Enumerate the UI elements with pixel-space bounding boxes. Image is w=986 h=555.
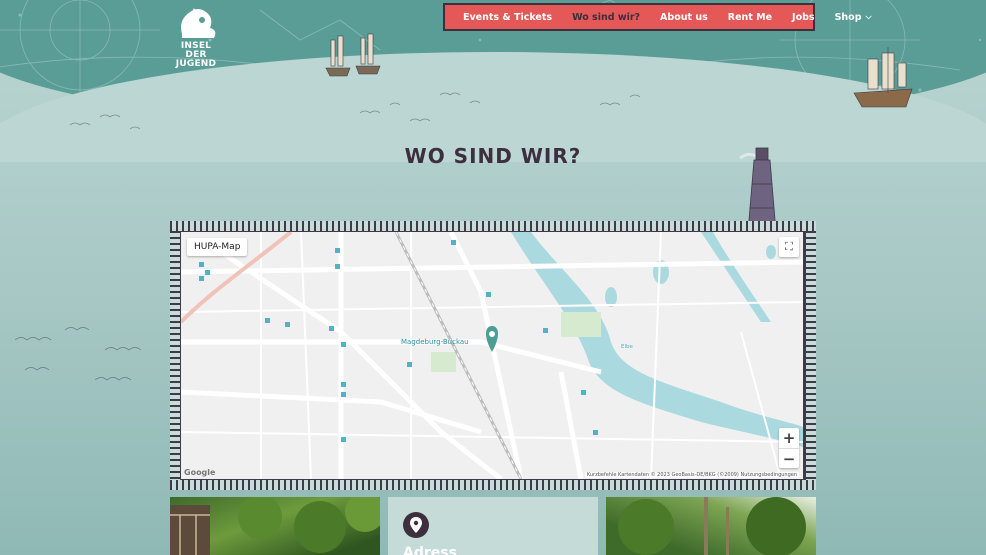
google-logo[interactable]: Google (184, 468, 215, 477)
zoom-controls: + − (779, 428, 799, 468)
ships-icon (325, 33, 381, 77)
address-card: Adress (388, 497, 598, 555)
galleon-icon (853, 47, 913, 108)
frame-rail (170, 231, 180, 480)
station-label: Magdeburg-Buckau (401, 338, 469, 346)
nav-label: Events & Tickets (463, 11, 553, 23)
map-attribution[interactable]: Kurzbefehle Kartendaten © 2023 GeoBasis-… (584, 472, 799, 478)
frame-rail (170, 221, 816, 231)
birds-decoration (69, 92, 641, 130)
nav-label: Rent Me (727, 11, 773, 23)
nav-item-wo-sind-wir[interactable]: Wo sind wir? (562, 12, 650, 23)
waves-decoration (14, 327, 142, 381)
fullscreen-icon[interactable]: ⛶ (779, 237, 799, 257)
nav-label: Shop (834, 11, 862, 23)
frame-rail (806, 231, 816, 480)
nav-item-events[interactable]: Events & Tickets (453, 12, 562, 23)
map-tiles (181, 232, 803, 479)
nav-item-jobs[interactable]: Jobs (782, 12, 825, 23)
photo-illustration (618, 497, 806, 555)
zoom-out-button[interactable]: − (779, 448, 799, 468)
map-viewport[interactable]: HUPA-Map ⛶ Magdeburg-Buckau Elbe + − Goo… (181, 232, 803, 479)
logo-text: INSEL DER JUGEND (175, 41, 217, 69)
main-nav: Events & Tickets Wo sind wir? About us R… (443, 3, 872, 31)
map-pin-icon (403, 512, 429, 538)
nav-item-shop[interactable]: Shop ⌵ (825, 12, 882, 23)
zoom-in-button[interactable]: + (779, 428, 799, 448)
venue-photo-right (606, 497, 816, 555)
river-label: Elbe (621, 344, 633, 350)
venue-photo-left (170, 492, 385, 555)
photo-illustration (170, 492, 385, 555)
page: INSEL DER JUGEND Events & Tickets Wo sin… (0, 0, 986, 555)
chevron-down-icon: ⌵ (865, 12, 872, 21)
nav-label: About us (660, 11, 708, 23)
map-type-label[interactable]: HUPA-Map (187, 238, 248, 256)
nav-item-about[interactable]: About us (650, 12, 718, 23)
nav-label: Wo sind wir? (572, 11, 641, 23)
frame-rail (170, 480, 816, 490)
nav-item-rent-me[interactable]: Rent Me (718, 12, 782, 23)
nav-label: Jobs (792, 11, 815, 23)
address-heading: Adress (403, 545, 457, 555)
page-title: WO SIND WIR? (404, 144, 582, 168)
